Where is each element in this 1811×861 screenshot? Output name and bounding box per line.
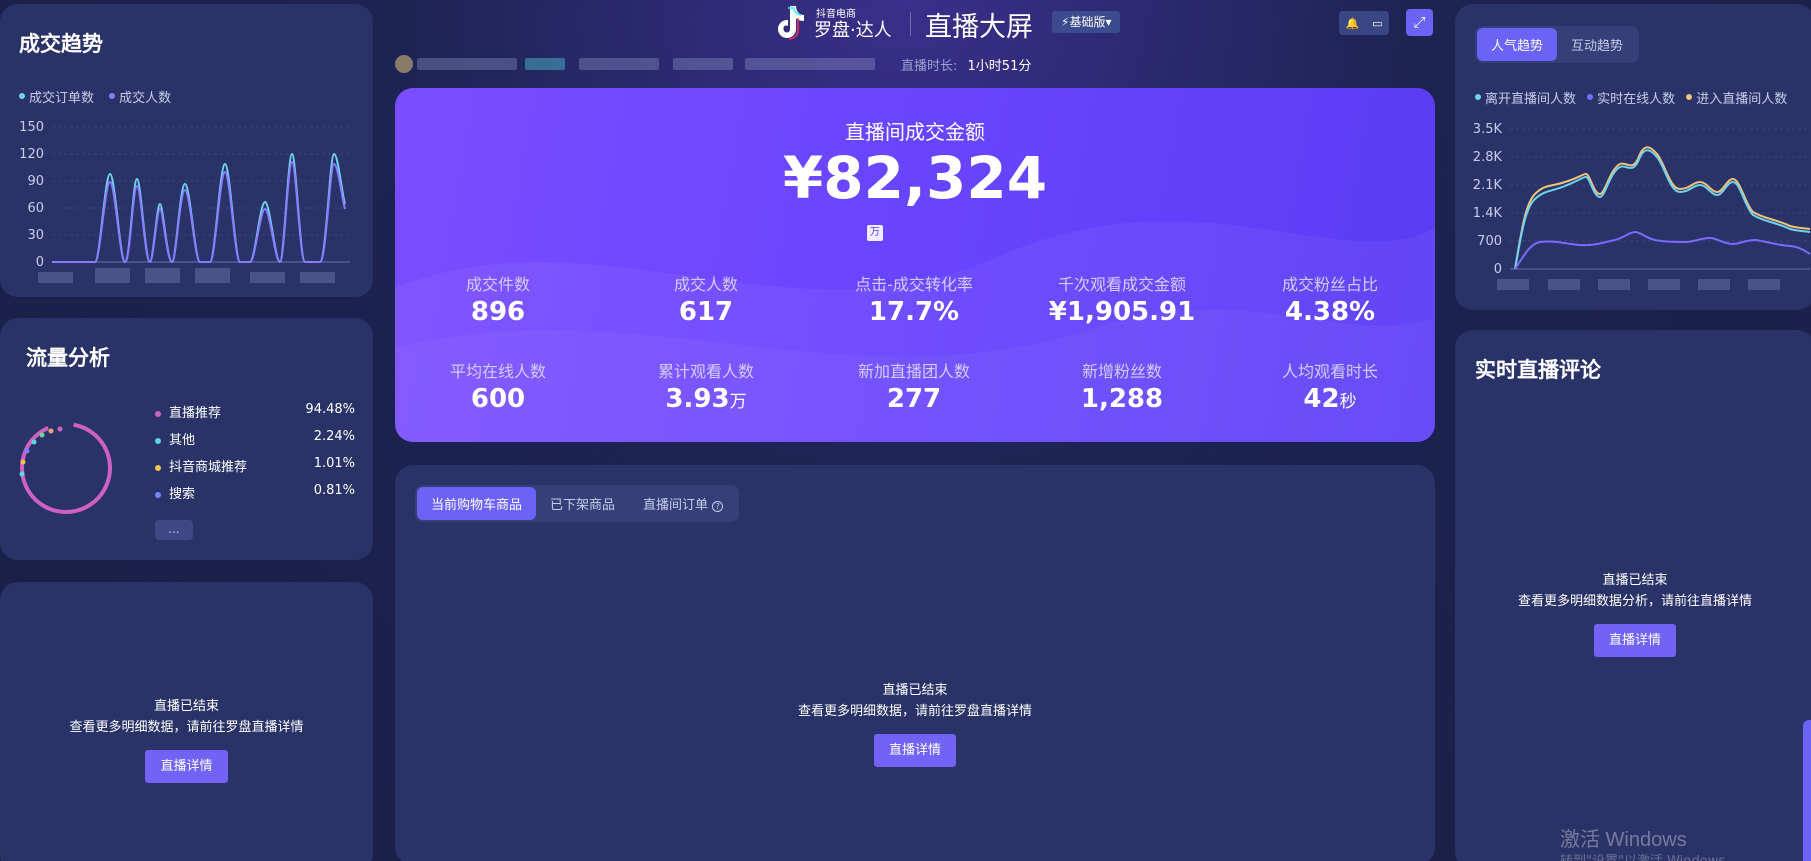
products-panel: 当前购物车商品 已下架商品 直播间订单 ? 直播已结束 查看更多明细数据，请前往… [395, 465, 1435, 861]
traffic-more-button[interactable]: ... [155, 520, 193, 540]
edition-badge[interactable]: ⚡基础版▾ [1052, 11, 1121, 33]
y-tick-label: 120 [19, 147, 44, 162]
stat-total-viewers: 累计观看人数 3.93万 [657, 362, 754, 414]
stat-gpm: 千次观看成交金额 ¥1,905.91 [1048, 275, 1196, 327]
blurred-account-name [417, 58, 517, 70]
live-comments-title: 实时直播评论 [1475, 358, 1601, 382]
monitor-icon[interactable]: ▭ [1372, 17, 1382, 30]
header-divider [910, 12, 911, 36]
donut-dot [57, 426, 63, 432]
traffic-analysis-panel: 流量分析 直播推荐 94.48% 其他 2.24% 抖音商城推荐 1.01% 搜… [0, 318, 373, 560]
donut-dot [48, 428, 54, 434]
series-online-line [1514, 230, 1811, 270]
trade-trend-chart: 150 120 90 60 30 0 [19, 120, 350, 283]
live-ended-notice: 直播已结束 查看更多明细数据，请前往罗盘直播详情 直播详情 [0, 696, 373, 783]
douyin-logo-icon [778, 6, 804, 40]
donut-dot [24, 448, 30, 454]
live-ended-notice: 直播已结束 查看更多明细数据分析，请前往直播详情 直播详情 [1455, 570, 1811, 657]
y-tick-label: 150 [19, 120, 44, 135]
popularity-trend-panel: 人气趋势 互动趋势 离开直播间人数 实时在线人数 进入直播间人数 3.5K 2.… [1455, 4, 1811, 310]
windows-activation-watermark: 激活 Windows [1560, 829, 1687, 851]
blurred-text [673, 58, 733, 70]
donut-dot [39, 432, 45, 438]
gmv-label: 直播间成交金额 [845, 120, 985, 144]
stat-avg-online: 平均在线人数 600 [449, 362, 546, 414]
gmv-unit-badge[interactable]: 万 [867, 225, 883, 241]
y-tick-label: 1.4K [1473, 206, 1503, 221]
donut-segment-live-recommend [20, 422, 112, 514]
side-drawer-handle[interactable] [1803, 720, 1811, 861]
traffic-item-live-recommend[interactable]: 直播推荐 94.48% [155, 402, 355, 421]
traffic-item-other[interactable]: 其他 2.24% [155, 429, 355, 448]
y-tick-label: 30 [27, 228, 44, 243]
live-detail-button[interactable]: 直播详情 [145, 750, 228, 783]
windows-activation-hint: 转到"设置"以激活 Windows。 [1560, 850, 1738, 861]
page-title: 直播大屏 [925, 12, 1033, 43]
y-tick-label: 0 [36, 255, 44, 270]
products-tabs: 当前购物车商品 已下架商品 直播间订单 ? [415, 485, 740, 522]
live-duration: 直播时长: 1小时51分 [901, 59, 1032, 74]
blurred-text [745, 58, 875, 70]
y-tick-label: 60 [27, 201, 44, 216]
help-circle-icon[interactable]: ? [712, 501, 724, 512]
tab-live-orders[interactable]: 直播间订单 ? [629, 487, 737, 520]
stat-new-followers: 新增粉丝数 1,288 [1080, 362, 1164, 414]
donut-dot [31, 439, 37, 445]
legend-dot-icon [155, 438, 161, 444]
blurred-text [579, 58, 659, 70]
avatar[interactable] [395, 55, 413, 73]
live-detail-button[interactable]: 直播详情 [873, 734, 956, 767]
stats-card: 直播间成交金额 ¥82,324 万 成交件数 896 成交人数 617 点击-成… [395, 88, 1435, 442]
bell-icon[interactable]: 🔔 [1345, 17, 1359, 30]
legend-dot-icon [155, 492, 161, 498]
account-info [395, 55, 875, 73]
stat-conversion-rate: 点击-成交转化率 17.7% [855, 275, 973, 327]
brand-main-text: 罗盘·达人 [814, 20, 892, 41]
left-bottom-panel: 直播已结束 查看更多明细数据，请前往罗盘直播详情 直播详情 [0, 582, 373, 861]
blurred-x-ticks [38, 268, 335, 283]
traffic-item-mall-recommend[interactable]: 抖音商城推荐 1.01% [155, 456, 355, 475]
traffic-item-search[interactable]: 搜索 0.81% [155, 483, 355, 502]
stat-avg-watch-time: 人均观看时长 42秒 [1281, 362, 1378, 414]
traffic-analysis-title: 流量分析 [26, 346, 110, 370]
live-detail-button[interactable]: 直播详情 [1593, 624, 1676, 657]
live-ended-notice: 直播已结束 查看更多明细数据，请前往罗盘直播详情 直播详情 [395, 680, 1435, 767]
series-buyers-line [52, 160, 346, 264]
gmv-value: ¥82,324 [782, 144, 1048, 212]
stat-buyers: 成交人数 617 [673, 275, 738, 327]
series-leave-line [1514, 149, 1811, 270]
header-tools: 🔔 ▭ [1339, 11, 1389, 35]
donut-dot [19, 471, 25, 477]
y-tick-label: 90 [27, 174, 44, 189]
popularity-trend-chart: 3.5K 2.8K 2.1K 1.4K 700 0 [1473, 122, 1811, 290]
y-tick-label: 3.5K [1473, 122, 1503, 137]
live-comments-panel: 实时直播评论 直播已结束 查看更多明细数据分析，请前往直播详情 直播详情 [1455, 330, 1811, 861]
legend-dot-icon [155, 465, 161, 471]
header: 抖音电商 罗盘·达人 直播大屏 ⚡基础版▾ 🔔 ▭ ⤢ 直播时长: 1小时51分 [390, 0, 1435, 90]
blurred-x-ticks [1497, 279, 1780, 290]
tab-removed-products[interactable]: 已下架商品 [536, 487, 629, 520]
y-tick-label: 0 [1494, 262, 1502, 277]
y-tick-label: 2.8K [1473, 150, 1503, 165]
donut-dot [20, 459, 26, 465]
stat-items-sold: 成交件数 896 [465, 275, 530, 327]
trade-trend-panel: 成交趋势 成交订单数 成交人数 150 120 90 60 30 0 [0, 4, 373, 297]
stat-fan-ratio: 成交粉丝占比 4.38% [1281, 275, 1378, 327]
fullscreen-icon[interactable]: ⤢ [1406, 9, 1433, 36]
legend-dot-icon [155, 411, 161, 417]
stat-new-fan-club: 新加直播团人数 277 [857, 362, 970, 414]
blurred-tag [525, 58, 565, 70]
traffic-donut-chart [19, 422, 112, 514]
caret-down-icon: ▾ [1105, 15, 1112, 29]
y-tick-label: 700 [1477, 234, 1502, 249]
tab-current-cart[interactable]: 当前购物车商品 [417, 487, 537, 520]
y-tick-label: 2.1K [1473, 178, 1503, 193]
